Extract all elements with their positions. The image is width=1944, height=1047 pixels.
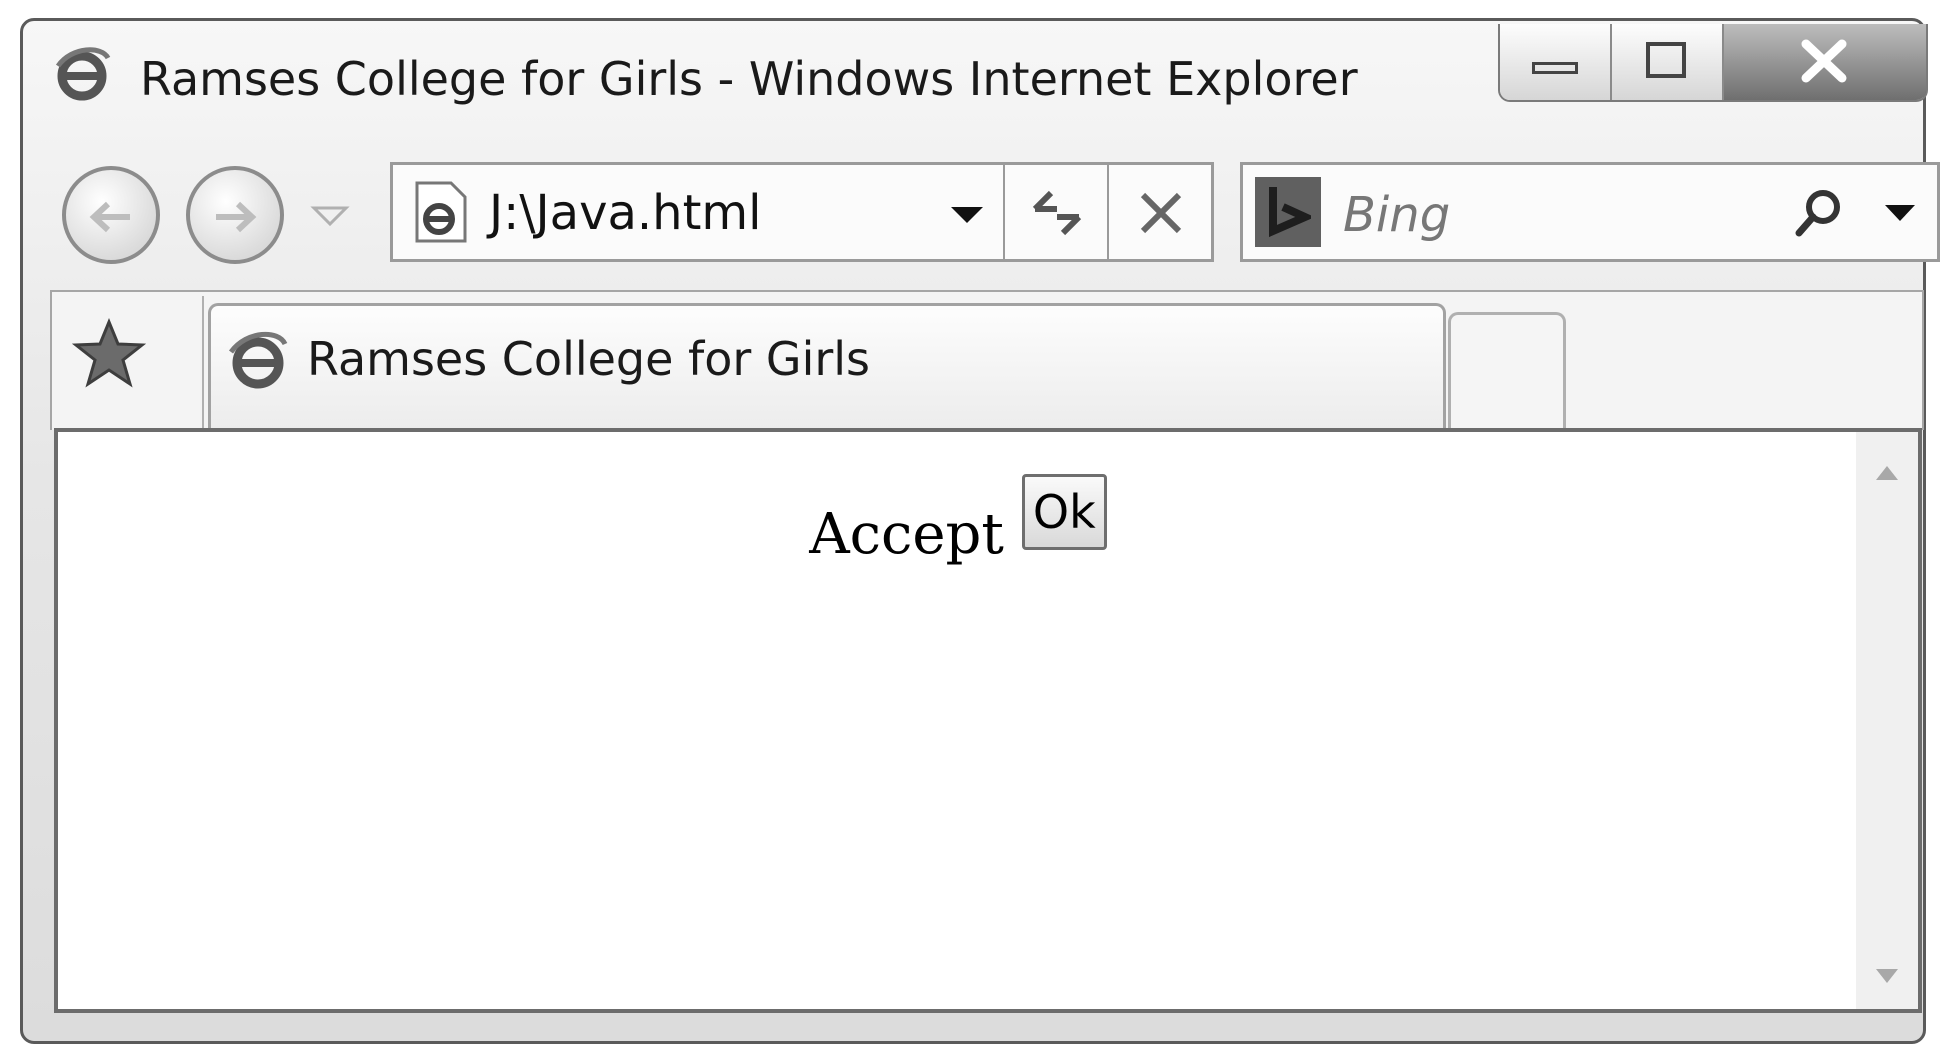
refresh-button[interactable] xyxy=(1003,165,1109,259)
page-icon xyxy=(415,181,467,243)
back-button[interactable] xyxy=(62,166,160,264)
recent-pages-chevron-icon[interactable] xyxy=(310,204,350,228)
caption-buttons xyxy=(1498,24,1928,102)
refresh-icon xyxy=(1032,190,1082,236)
address-dropdown-icon[interactable] xyxy=(949,205,985,225)
scroll-down-icon[interactable] xyxy=(1874,967,1900,985)
tab-label: Ramses College for Girls xyxy=(307,332,871,386)
minimize-button[interactable] xyxy=(1500,24,1612,100)
search-dropdown-icon[interactable] xyxy=(1883,203,1917,223)
back-arrow-icon xyxy=(89,201,130,233)
accept-label: Accept xyxy=(809,502,1004,567)
address-bar[interactable]: J:\Java.html xyxy=(390,162,1214,262)
address-input[interactable]: J:\Java.html xyxy=(489,185,761,241)
search-box[interactable]: Bing xyxy=(1240,162,1940,262)
close-icon xyxy=(1801,39,1847,83)
new-tab-button[interactable] xyxy=(1448,312,1566,430)
stop-icon xyxy=(1140,192,1182,234)
page-body: Accept Ok xyxy=(58,474,1858,567)
maximize-icon xyxy=(1646,42,1686,78)
vertical-scrollbar[interactable] xyxy=(1856,432,1918,1009)
close-button[interactable] xyxy=(1724,24,1926,100)
page-content: Accept Ok xyxy=(54,428,1922,1013)
ie-logo-icon xyxy=(52,44,112,108)
search-icon[interactable] xyxy=(1791,185,1847,241)
tab-ramses-college[interactable]: Ramses College for Girls xyxy=(208,303,1446,430)
forward-arrow-icon xyxy=(216,201,257,233)
scroll-up-icon[interactable] xyxy=(1874,464,1900,482)
stop-button[interactable] xyxy=(1107,165,1213,259)
ie-tab-icon xyxy=(228,331,288,389)
bing-logo-icon xyxy=(1255,177,1321,247)
search-input[interactable]: Bing xyxy=(1343,187,1450,243)
forward-button[interactable] xyxy=(186,166,284,264)
favorites-star-icon[interactable] xyxy=(72,318,146,388)
minimize-icon xyxy=(1532,62,1578,74)
window-title: Ramses College for Girls - Windows Inter… xyxy=(140,52,1358,106)
tab-separator xyxy=(202,296,204,430)
maximize-button[interactable] xyxy=(1612,24,1724,100)
ok-button[interactable]: Ok xyxy=(1021,474,1107,550)
